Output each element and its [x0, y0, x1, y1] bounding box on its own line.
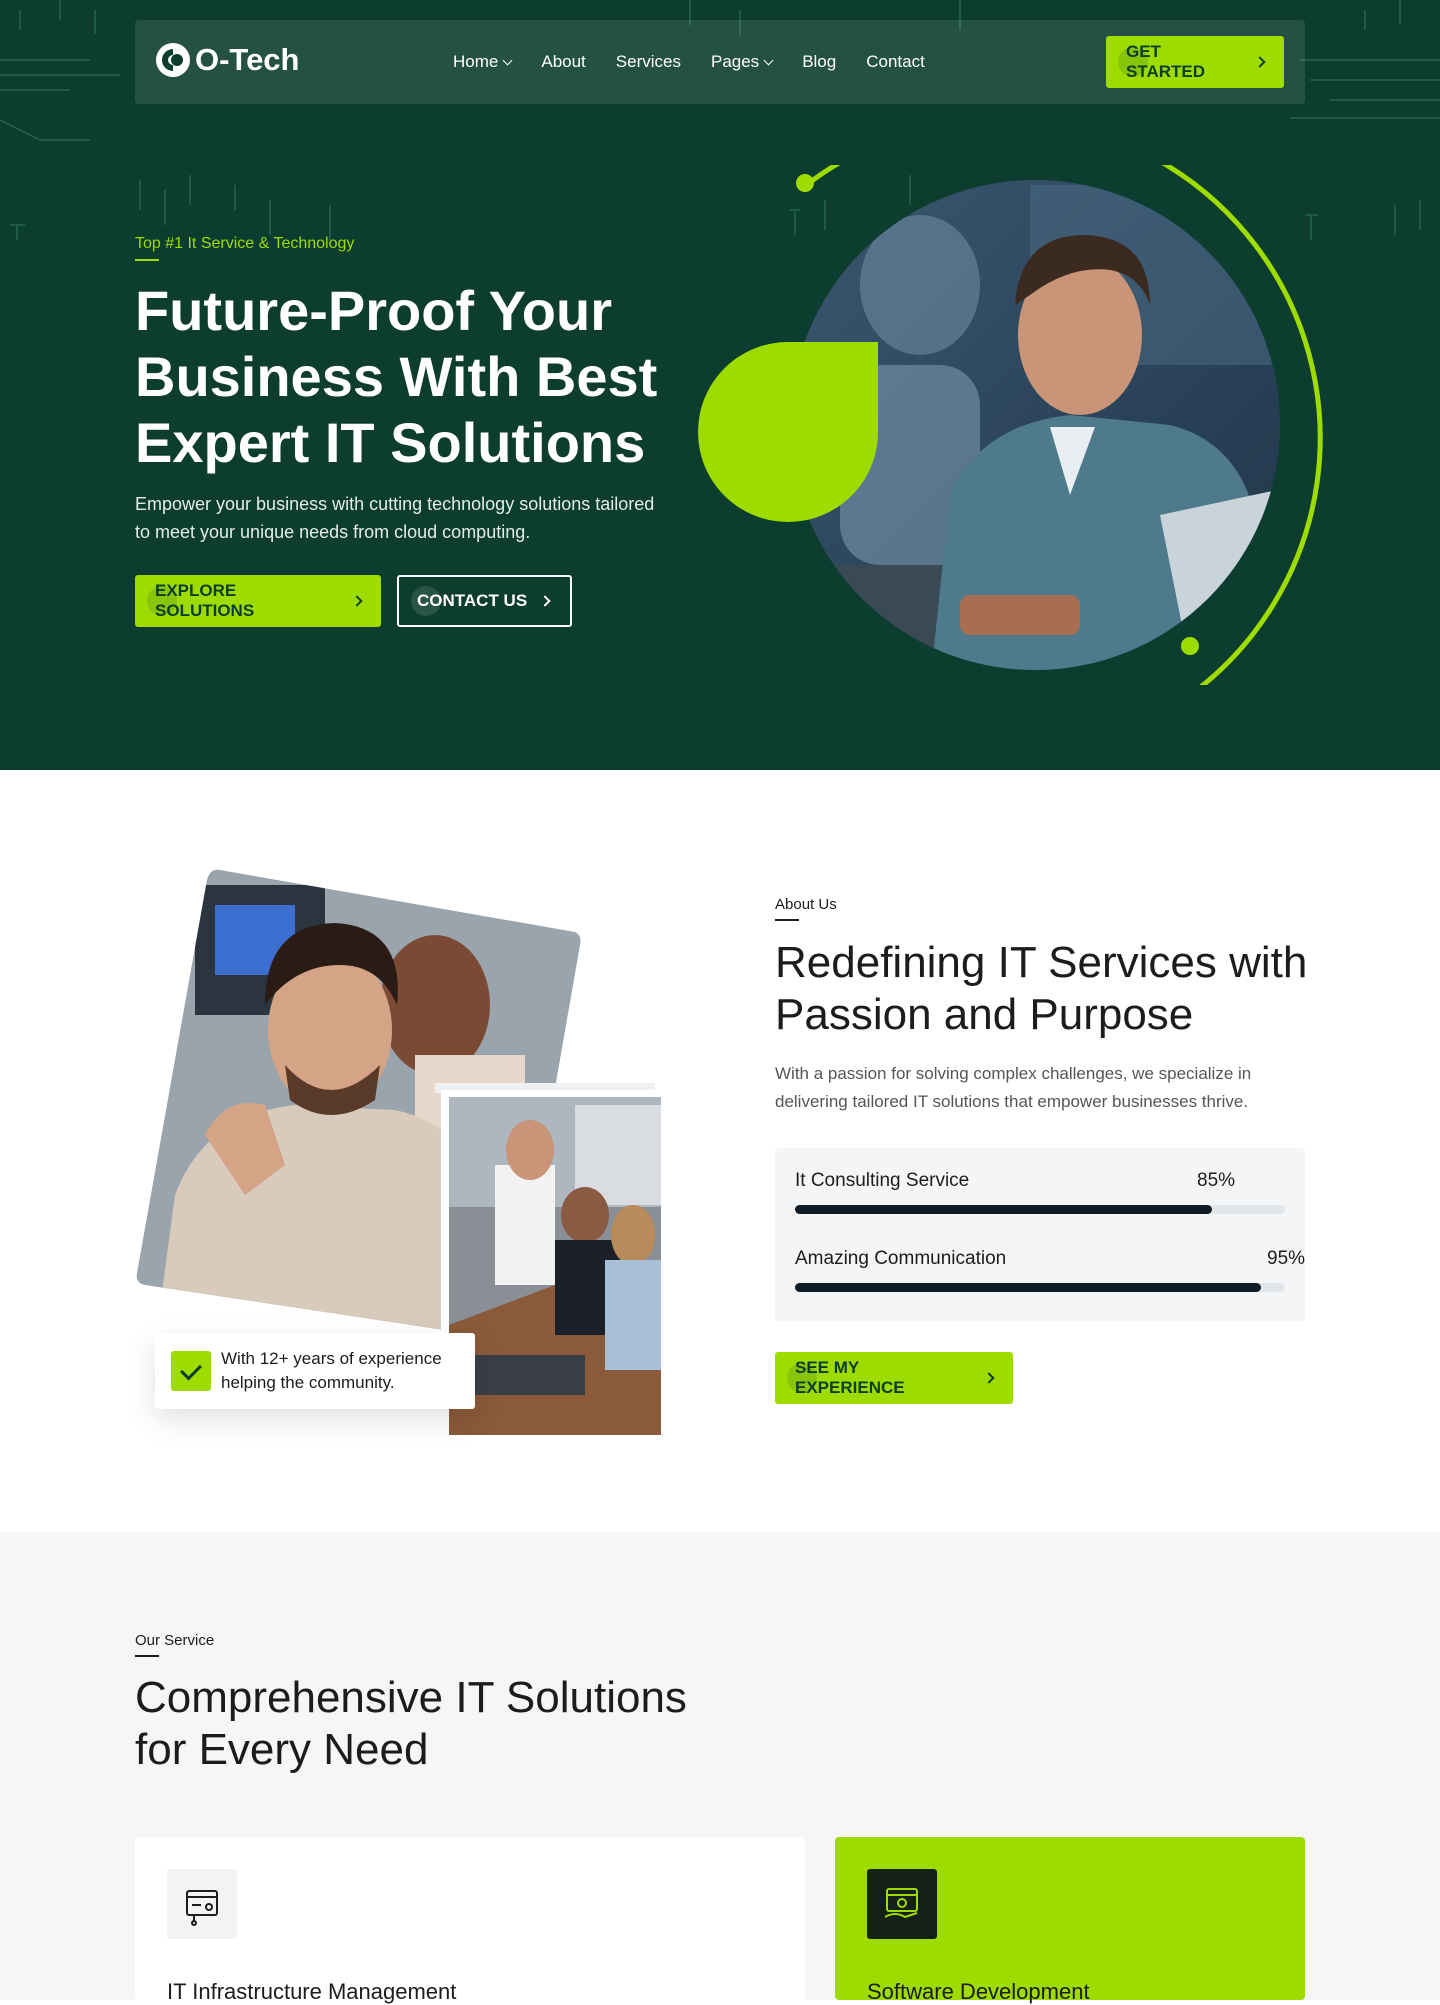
skill-value: 85%: [1197, 1170, 1236, 1191]
progress-bar: [795, 1205, 1285, 1214]
services-title: Comprehensive IT Solutions for Every Nee…: [135, 1673, 687, 1774]
hero-image: [698, 165, 1323, 685]
nav-item-pages[interactable]: Pages: [710, 52, 774, 72]
logo-icon: [156, 43, 190, 77]
see-experience-label: SEE MY EXPERIENCE: [795, 1358, 905, 1397]
chevron-down-icon: [502, 55, 513, 65]
nav-menu: Home About Services Pages Blog Contact: [453, 20, 925, 104]
main-navbar: O-Tech Home About Services Pages Blog Co…: [135, 20, 1305, 104]
nav-item-label: Blog: [802, 52, 837, 71]
nav-item-contact[interactable]: Contact: [866, 52, 925, 72]
nav-item-label: Contact: [866, 52, 925, 71]
chevron-right-icon: [351, 595, 363, 607]
hero-section: O-Tech Home About Services Pages Blog Co…: [0, 0, 1440, 770]
skill-value: 95%: [1267, 1248, 1306, 1269]
skill-name: Amazing Communication: [795, 1248, 1007, 1269]
about-title: Redefining IT Services with Passion and …: [775, 938, 1308, 1039]
about-description: With a passion for solving complex chall…: [775, 1064, 1252, 1111]
contact-us-label: CONTACT US: [417, 591, 528, 610]
experience-text: With 12+ years of experience helping the…: [221, 1349, 442, 1392]
experience-badge: With 12+ years of experience helping the…: [155, 1333, 475, 1409]
progress-fill: [795, 1205, 1212, 1214]
about-eyebrow: About Us: [775, 896, 837, 921]
brand-logo[interactable]: O-Tech: [155, 42, 300, 78]
skills-panel: It Consulting Service 85% Amazing Commun…: [775, 1148, 1305, 1321]
nav-item-about[interactable]: About: [541, 52, 585, 72]
server-icon: [167, 1869, 237, 1939]
explore-solutions-button[interactable]: EXPLORE SOLUTIONS: [135, 575, 381, 627]
services-eyebrow: Our Service: [135, 1632, 215, 1657]
chevron-right-icon: [1254, 56, 1266, 68]
hero-description: Empower your business with cutting techn…: [135, 494, 655, 542]
hero-eyebrow: Top #1 It Service & Technology: [135, 235, 355, 261]
chevron-down-icon: [763, 55, 774, 65]
service-card-infrastructure[interactable]: IT Infrastructure Management: [135, 1837, 805, 2004]
nav-item-label: Home: [453, 52, 499, 71]
explore-solutions-label: EXPLORE SOLUTIONS: [155, 581, 255, 620]
service-card-title: IT Infrastructure Management: [167, 1979, 457, 2004]
nav-item-label: About: [541, 52, 586, 71]
nav-item-blog[interactable]: Blog: [802, 52, 836, 72]
nav-item-services[interactable]: Services: [616, 52, 681, 72]
nav-item-home[interactable]: Home: [453, 52, 513, 72]
service-card-software[interactable]: Software Development: [835, 1837, 1305, 2004]
progress-fill: [795, 1283, 1261, 1292]
service-card-title: Software Development: [867, 1979, 1090, 2004]
nav-item-label: Pages: [710, 52, 760, 71]
software-icon: [867, 1869, 937, 1939]
check-icon: [171, 1351, 211, 1391]
see-experience-button[interactable]: SEE MY EXPERIENCE: [775, 1352, 1013, 1404]
chevron-right-icon: [539, 595, 551, 607]
skill-name: It Consulting Service: [795, 1170, 970, 1191]
chevron-right-icon: [983, 1372, 995, 1384]
get-started-label: GET STARTED: [1126, 42, 1206, 81]
brand-name: O-Tech: [195, 42, 300, 77]
progress-bar: [795, 1283, 1285, 1292]
hero-title: Future-Proof Your Business With Best Exp…: [135, 279, 658, 474]
nav-item-label: Services: [615, 52, 681, 71]
get-started-button[interactable]: GET STARTED: [1106, 36, 1284, 88]
contact-us-button[interactable]: CONTACT US: [397, 575, 572, 627]
